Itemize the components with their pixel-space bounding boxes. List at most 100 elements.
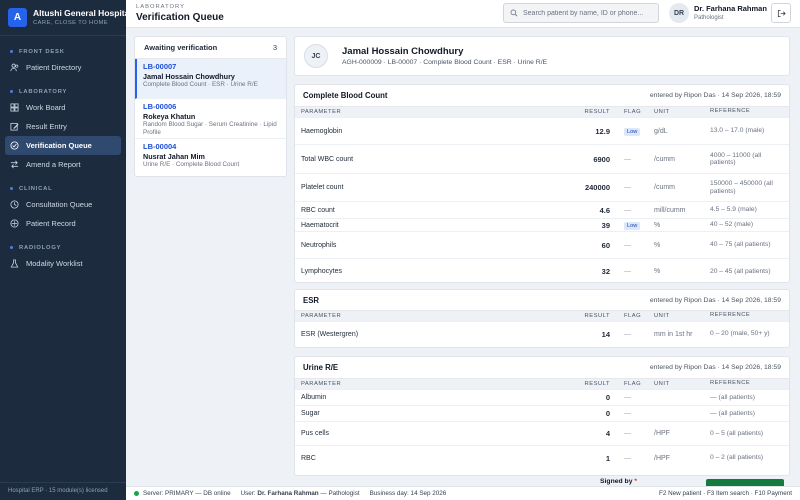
user-name: Dr. Farhana Rahman <box>694 4 767 13</box>
table-row: Pus cells 4 — /HPF 0 – 5 (all patients) <box>295 422 789 446</box>
param-name: RBC <box>301 454 316 462</box>
nav-section-laboratory: LABORATORY <box>0 85 126 98</box>
nav-section-front-desk: FRONT DESK <box>0 45 126 58</box>
history-icon <box>10 200 19 209</box>
queue-item-lb-00004[interactable]: LB-00004 Nusrat Jahan Mim Urine R/E · Co… <box>135 139 286 176</box>
flag: — <box>624 430 631 437</box>
result-value[interactable]: 60 <box>528 241 618 250</box>
signed-by-label: Signed by * <box>600 478 638 485</box>
reference-range: 40 – 52 (male) <box>710 221 754 229</box>
logout-button[interactable] <box>771 3 791 23</box>
status-user-name: Dr. Farhana Rahman <box>257 490 319 497</box>
result-value[interactable]: 4 <box>528 429 618 438</box>
flag: — <box>624 206 631 214</box>
result-value[interactable]: 12.9 <box>528 127 618 136</box>
queue-item-name: Jamal Hossain Chowdhury <box>143 71 235 81</box>
queue-item-lb-00006[interactable]: LB-00006 Rokeya Khatun Random Blood Suga… <box>135 99 286 139</box>
user-role: Pathologist <box>694 15 724 21</box>
queue-item-name: Nusrat Jahan Mim <box>143 151 205 161</box>
result-value[interactable]: 240000 <box>528 183 618 192</box>
result-value[interactable]: 32 <box>528 267 618 276</box>
reference-range: 150000 – 450000 (all patients) <box>710 180 773 195</box>
sidebar-item-label: Modality Worklist <box>26 259 83 268</box>
queue-item-lb-00007[interactable]: LB-00007 Jamal Hossain Chowdhury Complet… <box>135 59 286 99</box>
flag: — <box>624 184 631 191</box>
verify-sign-button[interactable] <box>706 479 784 486</box>
param-name: Total WBC count <box>301 155 354 163</box>
queue-item-id: LB-00006 <box>143 102 177 111</box>
table-row: RBC 1 — /HPF 0 – 2 (all patients) <box>295 446 789 470</box>
sidebar-item-modality-worklist[interactable]: Modality Worklist <box>0 254 121 273</box>
flag: — <box>624 155 631 163</box>
patient-search[interactable] <box>503 3 659 23</box>
edit-icon <box>10 122 19 131</box>
sidebar-item-patient-record[interactable]: Patient Record <box>0 214 121 233</box>
sidebar-item-patient-directory[interactable]: Patient Directory <box>0 58 121 77</box>
sidebar-item-result-entry[interactable]: Result Entry <box>0 117 121 136</box>
param-name: Neutrophils <box>301 241 337 249</box>
unit: mill/cumm <box>654 206 686 214</box>
reference-range: 40 – 75 (all patients) <box>710 241 771 249</box>
table-row: Albumin 0 — — (all patients) <box>295 390 789 406</box>
panel-title: Complete Blood Count <box>303 91 388 100</box>
reference-range: 13.0 – 17.0 (male) <box>710 127 765 135</box>
panel-entered-by: entered by Ripon Das · 14 Sep 2026, 18:5… <box>649 92 781 99</box>
reference-range: 0 – 20 (male, 50+ y) <box>710 330 770 338</box>
reference-range: — (all patients) <box>710 393 755 401</box>
reference-range: 0 – 2 (all patients) <box>710 454 764 462</box>
col-flag: FLAG <box>624 313 642 319</box>
unit: /HPF <box>654 454 670 462</box>
sidebar-item-label: Patient Record <box>26 219 76 228</box>
flask-icon <box>10 259 19 268</box>
user-menu[interactable]: DR Dr. Farhana Rahman Pathologist <box>669 3 767 23</box>
col-result: RESULT <box>584 109 610 115</box>
result-value[interactable]: 4.6 <box>528 206 618 215</box>
result-value[interactable]: 0 <box>528 409 618 418</box>
sidebar-item-label: Consultation Queue <box>26 200 93 209</box>
check-circle-icon <box>10 141 19 150</box>
sidebar-item-label: Work Board <box>26 103 66 112</box>
verification-queue-list: Awaiting verification 3 LB-00007 Jamal H… <box>134 36 287 177</box>
unit: /cumm <box>654 155 675 163</box>
table-row: Haematocrit 39 Low % 40 – 52 (male) <box>295 219 789 232</box>
queue-item-id: LB-00007 <box>143 62 177 71</box>
nav-section-radiology: RADIOLOGY <box>0 241 126 254</box>
result-value[interactable]: 1 <box>528 454 618 463</box>
col-flag: FLAG <box>624 381 642 387</box>
server-status: Server: PRIMARY — DB online <box>143 490 231 497</box>
brand: A Altushi General Hospital CARE, CLOSE T… <box>0 0 126 36</box>
search-icon <box>510 9 518 17</box>
business-day: Business day: 14 Sep 2026 <box>369 490 447 497</box>
result-value[interactable]: 0 <box>528 393 618 402</box>
sidebar-item-label: Result Entry <box>26 122 67 131</box>
search-input[interactable] <box>523 9 649 17</box>
panel-header: Urine R/E entered by Ripon Das · 14 Sep … <box>295 357 789 379</box>
panel-urine-re: Urine R/E entered by Ripon Das · 14 Sep … <box>294 356 790 476</box>
col-parameter: PARAMETER <box>301 381 342 387</box>
col-unit: UNIT <box>654 381 670 387</box>
sidebar-item-verification-queue[interactable]: Verification Queue <box>5 136 121 155</box>
flag: — <box>624 410 631 417</box>
sidebar: A Altushi General Hospital CARE, CLOSE T… <box>0 0 126 500</box>
panel-complete-blood-count: Complete Blood Count entered by Ripon Da… <box>294 84 790 283</box>
result-value[interactable]: 6900 <box>528 155 618 164</box>
queue-item-name: Rokeya Khatun <box>143 111 196 121</box>
result-value[interactable]: 39 <box>528 221 618 230</box>
flag-badge-low: Low <box>624 127 641 136</box>
reference-range: 0 – 5 (all patients) <box>710 429 764 437</box>
queue-title: Awaiting verification <box>144 43 218 52</box>
unit: % <box>654 241 661 249</box>
sidebar-item-amend-report[interactable]: Amend a Report <box>0 155 121 174</box>
result-value[interactable]: 14 <box>528 330 618 339</box>
sidebar-item-work-board[interactable]: Work Board <box>0 98 121 117</box>
nav-section-clinical: CLINICAL <box>0 182 126 195</box>
online-indicator <box>134 491 139 496</box>
unit: /cumm <box>654 184 675 191</box>
param-name: Albumin <box>301 394 327 401</box>
col-unit: UNIT <box>654 109 670 115</box>
sidebar-item-consultation-queue[interactable]: Consultation Queue <box>0 195 121 214</box>
col-parameter: PARAMETER <box>301 109 342 115</box>
unit: /HPF <box>654 430 670 437</box>
param-name: Haemoglobin <box>301 127 343 135</box>
brand-name: Altushi General Hospital <box>33 8 126 18</box>
